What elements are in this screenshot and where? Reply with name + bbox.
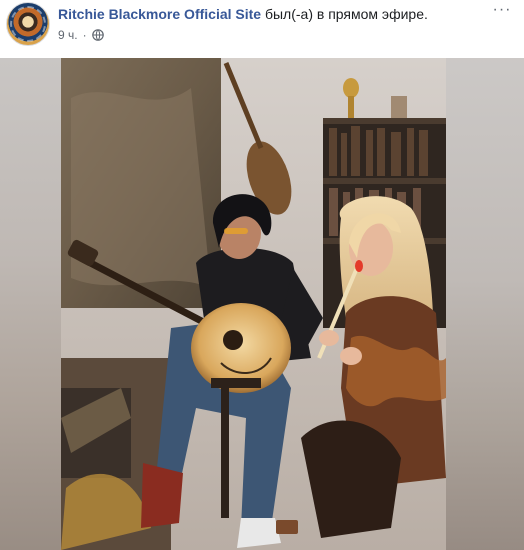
live-status-text: был(-а) в прямом эфире. (264, 6, 428, 22)
video-frame[interactable] (61, 58, 446, 550)
video-blur-right (446, 58, 524, 550)
globe-icon[interactable] (91, 29, 104, 41)
avatar-ring (10, 6, 46, 42)
live-video-player[interactable] (0, 58, 524, 550)
meta-separator: · (82, 28, 87, 42)
video-blur-left (0, 58, 61, 550)
page-avatar[interactable] (6, 2, 50, 46)
post-meta: 9 ч. · (58, 27, 104, 43)
post-timestamp[interactable]: 9 ч. (58, 27, 78, 43)
post-header: Ritchie Blackmore Official Site был(-а) … (0, 0, 524, 50)
page-name-link[interactable]: Ritchie Blackmore Official Site (58, 6, 261, 22)
post-title-line: Ritchie Blackmore Official Site был(-а) … (58, 5, 428, 23)
more-options-button[interactable]: ··· (490, 1, 514, 19)
video-scene (61, 58, 446, 550)
